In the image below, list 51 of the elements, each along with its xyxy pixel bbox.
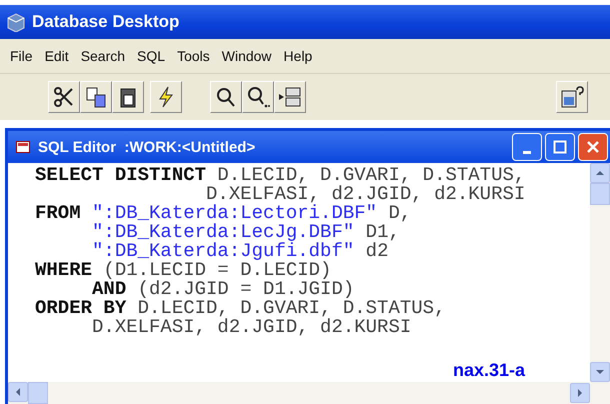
toolbar-button[interactable] [556, 81, 588, 113]
vertical-scrollbar[interactable] [590, 163, 610, 382]
scroll-thumb[interactable] [590, 183, 610, 205]
menu-item[interactable]: SQL [133, 48, 170, 64]
code-line: ":DB_Katerda:LecJg.DBF" D1, [91, 223, 400, 242]
toolbar-button[interactable] [112, 81, 144, 113]
code-line: ORDER BY D.LECID, D.GVARI, D.STATUS, [35, 299, 446, 318]
code-line: D.XELFASI, d2.JGID, d2.KURSI [91, 318, 412, 337]
scroll-up-button[interactable] [590, 163, 610, 183]
code-line: SELECT DISTINCT D.LECID, D.GVARI, D.STATUS, [35, 166, 526, 185]
menu-item[interactable]: Window [218, 48, 276, 64]
right-arrow-icon [576, 389, 584, 397]
toolbar-button[interactable] [242, 81, 274, 113]
horizontal-scrollbar[interactable] [8, 382, 610, 404]
scroll-down-button[interactable] [590, 362, 610, 382]
close-icon [586, 140, 600, 154]
maximize-icon [553, 140, 567, 154]
minimize-icon [523, 150, 531, 154]
scroll-left-button[interactable] [8, 382, 28, 402]
menu-item[interactable]: Help [280, 48, 316, 64]
toolbar-button[interactable] [274, 81, 306, 113]
menu-item[interactable]: Edit [40, 48, 73, 64]
window-title: Database Desktop [32, 12, 180, 32]
editor-icon [16, 141, 30, 153]
menu-item[interactable]: File [6, 48, 37, 64]
code-line: ":DB_Katerda:Jgufi.dbf" d2 [91, 242, 388, 261]
toolbar-button[interactable] [48, 81, 80, 113]
help-icon [560, 85, 584, 109]
app-icon [6, 12, 26, 32]
close-button[interactable] [578, 133, 608, 161]
toolbar-button[interactable] [150, 81, 182, 113]
scroll-thumb[interactable] [28, 382, 48, 404]
toolbar-button[interactable] [210, 81, 242, 113]
down-arrow-icon [596, 368, 604, 376]
up-arrow-icon [596, 169, 604, 177]
menu-item[interactable]: Search [76, 48, 130, 64]
magnifier-icon [246, 85, 270, 109]
code-line: D.XELFASI, d2.JGID, d2.KURSI [206, 185, 526, 204]
code-line: FROM ":DB_Katerda:Lectori.DBF" D, [35, 204, 412, 223]
left-arrow-icon [14, 388, 22, 396]
maximize-button[interactable] [545, 133, 575, 161]
toolbar-button[interactable] [80, 81, 112, 113]
copy-icon [84, 85, 108, 109]
figure-caption: nax.31-a [452, 360, 525, 380]
editor-title: SQL Editor :WORK:<Untitled> [38, 138, 256, 156]
scroll-right-button[interactable] [570, 383, 590, 403]
menu-item[interactable]: Tools [173, 48, 214, 64]
minimize-button[interactable] [512, 133, 542, 161]
code-line: AND (d2.JGID = D1.JGID) [91, 280, 356, 299]
code-line: WHERE (D1.LECID = D.LECID) [35, 261, 332, 280]
goto-icon [278, 85, 302, 109]
